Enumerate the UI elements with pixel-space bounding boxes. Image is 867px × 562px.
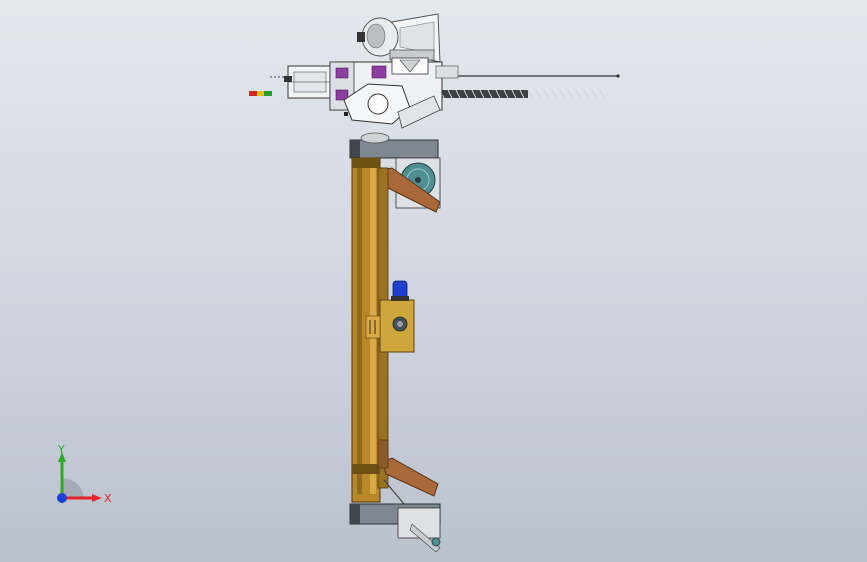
x-axis-label: X: [104, 492, 112, 505]
top-gearbox[interactable]: [329, 57, 459, 129]
lower-bracket-arm[interactable]: [377, 439, 439, 505]
z-axis-dot: [57, 493, 67, 503]
y-axis-label: Y: [57, 443, 65, 456]
horn-assembly[interactable]: [357, 13, 441, 63]
cad-model-viewport[interactable]: [0, 0, 867, 562]
drill-head[interactable]: [270, 65, 333, 99]
blue-beacon[interactable]: [391, 280, 409, 301]
top-crossbar[interactable]: [349, 132, 439, 159]
status-light-bar[interactable]: [249, 91, 272, 96]
auger-spiral[interactable]: [438, 89, 605, 99]
axis-triad: Y X: [57, 443, 112, 505]
drill-bit[interactable]: [440, 74, 620, 78]
lower-wheel[interactable]: [397, 507, 441, 553]
